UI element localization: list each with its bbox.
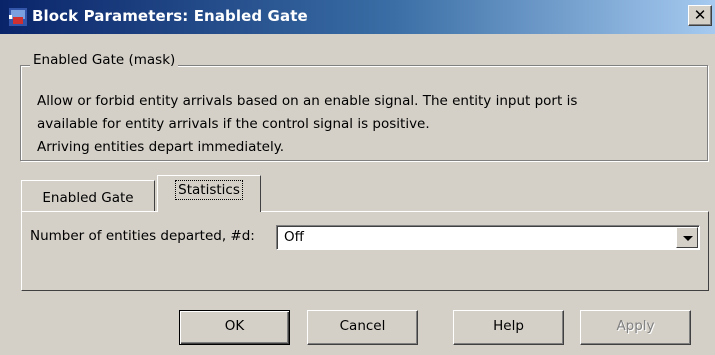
title-bar[interactable]: Block Parameters: Enabled Gate ✕ — [0, 0, 715, 34]
description-line-3: Arriving entities depart immediately. — [37, 139, 285, 155]
description-line-1: Allow or forbid entity arrivals based on… — [37, 93, 578, 109]
close-icon: ✕ — [693, 6, 707, 24]
ok-button[interactable]: OK — [179, 310, 290, 345]
tab-enabled-gate[interactable]: Enabled Gate — [21, 180, 155, 211]
close-button[interactable]: ✕ — [688, 5, 712, 26]
help-button[interactable]: Help — [453, 310, 564, 345]
entities-departed-value: Off — [284, 229, 304, 245]
cancel-button[interactable]: Cancel — [307, 310, 418, 345]
simulink-block-icon — [9, 8, 27, 26]
tab-statistics-label: Statistics — [175, 180, 243, 200]
entities-departed-select[interactable]: Off — [276, 225, 700, 250]
statistics-panel — [21, 211, 709, 291]
tab-statistics[interactable]: Statistics — [157, 175, 261, 212]
tab-enabled-gate-label: Enabled Gate — [42, 190, 134, 206]
dropdown-arrow-icon[interactable] — [676, 227, 698, 248]
description-legend: Enabled Gate (mask) — [30, 52, 179, 68]
description-line-2: available for entity arrivals if the con… — [37, 116, 430, 132]
description-text: Allow or forbid entity arrivals based on… — [37, 90, 577, 159]
window-title: Block Parameters: Enabled Gate — [32, 7, 308, 25]
apply-button[interactable]: Apply — [580, 310, 691, 345]
entities-departed-label: Number of entities departed, #d: — [30, 228, 255, 244]
